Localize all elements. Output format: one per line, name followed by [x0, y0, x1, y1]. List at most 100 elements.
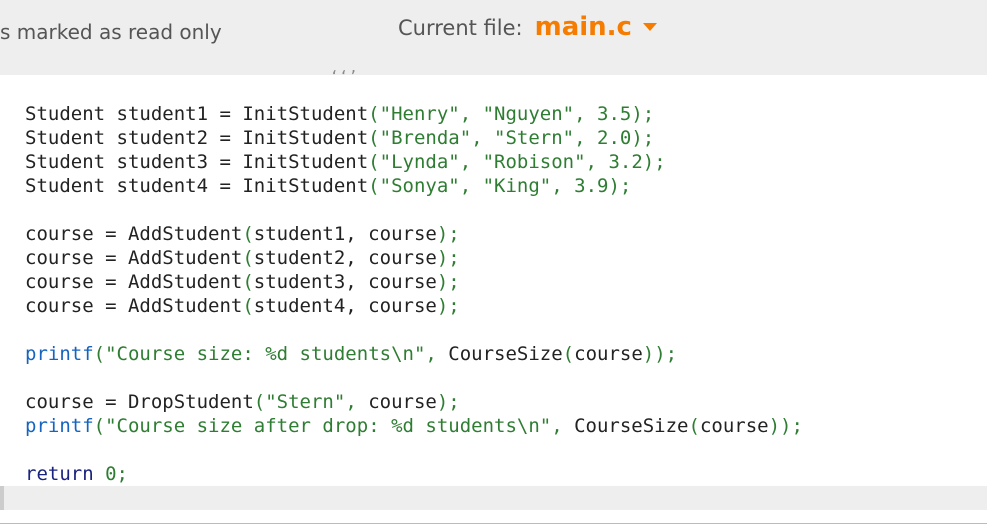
code-token: ,	[574, 127, 597, 149]
gutter-marker	[0, 486, 4, 510]
code-token: ,	[574, 103, 597, 125]
caret-down-icon[interactable]	[642, 23, 657, 31]
code-token: Student student4 = InitStudent	[25, 175, 369, 197]
code-token: student2, course	[253, 247, 437, 269]
code-token: (	[688, 415, 700, 437]
code-token: (	[242, 295, 254, 317]
code-token: course = DropStudent	[25, 391, 254, 413]
code-token: 2.0	[597, 127, 632, 149]
code-token: );	[436, 295, 460, 317]
code-line: course = AddStudent(student3, course);	[25, 270, 803, 294]
code-token: ,	[459, 175, 483, 197]
code-token: student3, course	[253, 271, 437, 293]
code-token: (	[242, 247, 254, 269]
code-token: student1, course	[253, 223, 437, 245]
code-token: (	[368, 175, 380, 197]
code-token: Student student3 = InitStudent	[25, 151, 369, 173]
code-token: (	[368, 151, 380, 173]
code-token: (	[253, 391, 266, 413]
code-line: course = DropStudent("Stern", course);	[25, 390, 803, 414]
code-token: ;	[116, 463, 128, 485]
current-file-label: Current file:	[398, 16, 523, 40]
clipped-code-fragment: ‘‘’	[330, 69, 359, 85]
code-line: printf("Course size: %d students\n", Cou…	[25, 342, 803, 366]
code-token: "Sonya"	[379, 175, 460, 197]
code-token: Student student1 = InitStudent	[25, 103, 369, 125]
code-token: "Course size: %d students\n"	[105, 343, 426, 365]
code-token: printf	[25, 343, 94, 365]
code-token: );	[631, 103, 655, 125]
code-token: ));	[642, 343, 678, 365]
code-line: Student student4 = InitStudent("Sonya", …	[25, 174, 803, 198]
code-token: "King"	[482, 175, 552, 197]
code-content[interactable]: Student student1 = InitStudent("Henry", …	[25, 102, 803, 486]
editor-header: s marked as read only Current file: main…	[0, 0, 987, 75]
code-token: "Brenda"	[379, 127, 472, 149]
code-token: course	[368, 391, 437, 413]
code-token: printf	[25, 415, 94, 437]
code-token: );	[436, 223, 460, 245]
code-token: "Stern"	[494, 127, 575, 149]
code-token: );	[436, 391, 460, 413]
code-line: Student student2 = InitStudent("Brenda",…	[25, 126, 803, 150]
code-token: (	[368, 103, 380, 125]
readonly-notice: s marked as read only	[0, 20, 222, 44]
current-file-selector[interactable]: Current file: main.c	[398, 12, 657, 52]
code-token: 3.2	[608, 151, 643, 173]
code-line: course = AddStudent(student4, course);	[25, 294, 803, 318]
code-token: (	[242, 271, 254, 293]
code-token: );	[631, 127, 655, 149]
code-token: ,	[471, 127, 495, 149]
code-token: student4, course	[253, 295, 437, 317]
code-token: "Lynda"	[379, 151, 460, 173]
code-token: );	[608, 175, 632, 197]
code-token: course	[574, 343, 643, 365]
code-token: course = AddStudent	[25, 247, 243, 269]
code-line: Student student3 = InitStudent("Lynda", …	[25, 150, 803, 174]
code-token: "Nguyen"	[482, 103, 575, 125]
code-line: Student student1 = InitStudent("Henry", …	[25, 102, 803, 126]
code-line: course = AddStudent(student2, course);	[25, 246, 803, 270]
code-token: "Robison"	[482, 151, 586, 173]
code-token: ,	[551, 415, 575, 437]
code-token: ,	[345, 391, 369, 413]
code-token: ,	[551, 175, 575, 197]
code-token: (	[93, 343, 106, 365]
code-editor[interactable]: ‘‘’ Student student1 = InitStudent("Henr…	[0, 69, 987, 486]
code-token: "Henry"	[379, 103, 460, 125]
code-token: CourseSize	[574, 415, 689, 437]
current-file-name[interactable]: main.c	[535, 12, 632, 42]
code-token: "Stern"	[265, 391, 346, 413]
code-token: "Course size after drop: %d students\n"	[105, 415, 552, 437]
code-token: ,	[425, 343, 449, 365]
code-line: course = AddStudent(student1, course);	[25, 222, 803, 246]
divider	[0, 523, 987, 524]
code-token: 0	[105, 463, 117, 485]
code-token: return	[25, 463, 94, 485]
code-token: course = AddStudent	[25, 295, 243, 317]
editor-footer	[0, 486, 987, 510]
code-token: (	[368, 127, 380, 149]
code-token: (	[93, 415, 106, 437]
code-token: );	[642, 151, 666, 173]
code-token: ));	[768, 415, 803, 437]
code-token: (	[242, 223, 254, 245]
code-token: ,	[459, 151, 483, 173]
code-token: (	[562, 343, 575, 365]
code-line: return 0;	[25, 462, 803, 486]
code-token: );	[436, 271, 460, 293]
code-token: course = AddStudent	[25, 223, 243, 245]
code-token: ,	[459, 103, 483, 125]
code-token: CourseSize	[448, 343, 563, 365]
code-token: course = AddStudent	[25, 271, 243, 293]
code-token: Student student2 = InitStudent	[25, 127, 369, 149]
code-token: );	[436, 247, 460, 269]
code-token: 3.5	[597, 103, 632, 125]
code-token: ,	[585, 151, 609, 173]
code-line: printf("Course size after drop: %d stude…	[25, 414, 803, 438]
